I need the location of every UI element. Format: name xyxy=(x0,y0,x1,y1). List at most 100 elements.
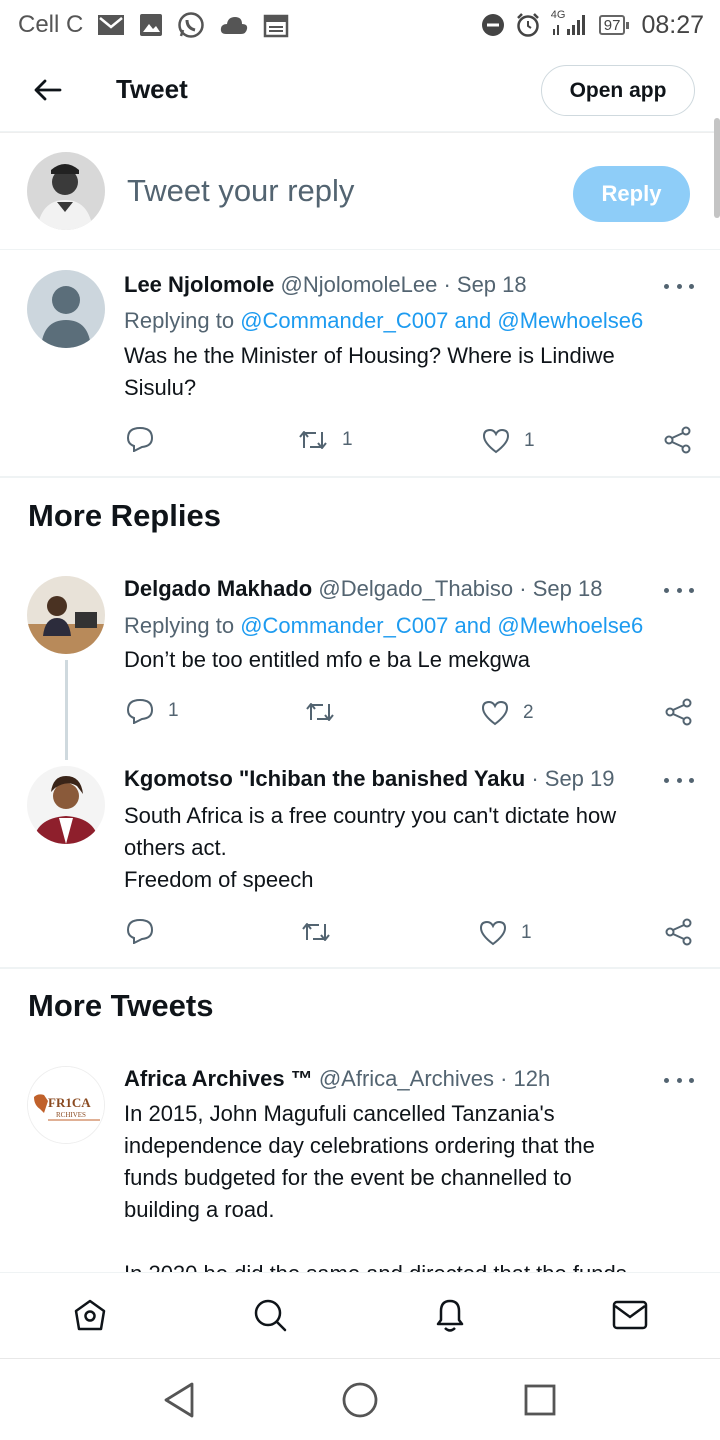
retweet-action[interactable] xyxy=(305,700,349,724)
share-icon xyxy=(665,698,692,726)
battery-indicator: 97 xyxy=(598,15,630,35)
comment-icon xyxy=(126,426,154,452)
replying-to: Replying to @Commander_C007 and @Mewhoel… xyxy=(124,613,643,639)
nav-notifications[interactable] xyxy=(430,1295,470,1335)
tweet-text: In 2015, John Magufuli cancelled Tanzani… xyxy=(124,1101,595,1222)
author-name[interactable]: Lee Njolomole xyxy=(124,272,274,297)
replying-to-label: Replying to xyxy=(124,613,235,638)
retweet-action[interactable] xyxy=(301,920,345,944)
mention-link[interactable]: @Mewhoelse6 xyxy=(497,613,643,638)
open-app-button[interactable]: Open app xyxy=(541,65,695,116)
like-action[interactable]: 1 xyxy=(482,428,535,454)
reply-action[interactable]: 1 xyxy=(126,698,179,724)
more-options-icon[interactable] xyxy=(664,1074,694,1086)
avatar-logo-top: FR1CA xyxy=(48,1095,91,1110)
retweet-action[interactable]: 1 xyxy=(298,428,353,452)
calendar-icon xyxy=(263,12,289,38)
author-name[interactable]: Africa Archives ™ xyxy=(124,1066,313,1091)
nav-home[interactable] xyxy=(70,1295,110,1335)
dnd-icon xyxy=(481,13,505,37)
like-action[interactable]: 2 xyxy=(481,700,534,726)
whatsapp-icon xyxy=(177,11,205,39)
system-navigation-bar xyxy=(0,1358,720,1440)
avatar[interactable] xyxy=(27,152,105,230)
alarm-icon xyxy=(515,12,541,38)
reply-composer: Tweet your reply Reply xyxy=(0,133,720,250)
like-action[interactable]: 1 xyxy=(479,920,532,946)
author-name[interactable]: Kgomotso "Ichiban the banished Yaku xyxy=(124,766,525,791)
replying-joiner: and xyxy=(454,308,492,333)
cloud-icon xyxy=(219,15,249,35)
mail-icon xyxy=(97,14,125,36)
battery-level: 97 xyxy=(603,16,621,34)
tweet-header: Africa Archives ™ @Africa_Archives · 12h xyxy=(124,1066,550,1092)
system-home-button[interactable] xyxy=(339,1379,381,1421)
envelope-icon xyxy=(612,1300,648,1330)
network-type-label: 4G xyxy=(550,9,566,21)
triangle-back-icon xyxy=(164,1382,194,1418)
heart-icon xyxy=(479,920,507,946)
signal-icon: 4G xyxy=(551,9,589,37)
mention-link[interactable]: @Mewhoelse6 xyxy=(497,308,643,333)
author-handle[interactable]: @NjolomoleLee · Sep 18 xyxy=(280,272,526,297)
tweet[interactable]: Kgomotso "Ichiban the banished Yaku · Se… xyxy=(0,756,720,968)
author-name[interactable]: Delgado Makhado xyxy=(124,576,312,601)
avatar[interactable] xyxy=(27,270,105,348)
author-handle[interactable]: · Sep 19 xyxy=(531,766,614,791)
bell-icon xyxy=(436,1299,464,1332)
reply-count: 1 xyxy=(168,700,179,721)
system-recents-button[interactable] xyxy=(519,1379,561,1421)
more-options-icon[interactable] xyxy=(664,280,694,292)
share-action[interactable] xyxy=(665,698,693,726)
share-action[interactable] xyxy=(664,426,692,454)
tweet[interactable]: FR1CA RCHIVES Africa Archives ™ @Africa_A… xyxy=(0,1046,720,1272)
tweet-header: Kgomotso "Ichiban the banished Yaku · Se… xyxy=(124,766,664,792)
comment-icon xyxy=(126,698,154,724)
avatar[interactable] xyxy=(27,576,105,654)
reply-action[interactable] xyxy=(126,918,168,944)
retweet-icon xyxy=(306,703,334,721)
heart-icon xyxy=(482,428,510,454)
replying-joiner: and xyxy=(454,613,492,638)
page-title: Tweet xyxy=(116,74,188,104)
reply-action[interactable] xyxy=(126,426,168,452)
tweet-text-truncated: In 2020 he did the same and directed tha… xyxy=(124,1258,684,1272)
mention-link[interactable]: @Commander_C007 xyxy=(240,308,448,333)
divider xyxy=(0,967,720,969)
author-handle[interactable]: @Delgado_Thabiso · Sep 18 xyxy=(318,576,602,601)
tweet[interactable]: Lee Njolomole @NjolomoleLee · Sep 18 Rep… xyxy=(0,250,720,476)
reply-input[interactable]: Tweet your reply xyxy=(127,173,354,209)
nav-messages[interactable] xyxy=(610,1295,650,1335)
gallery-icon xyxy=(139,13,163,37)
back-button[interactable] xyxy=(30,74,66,106)
more-options-icon[interactable] xyxy=(664,584,694,596)
tweet-text: Don’t be too entitled mfo e ba Le mekgwa xyxy=(124,647,531,672)
more-replies-heading: More Replies xyxy=(28,498,221,533)
more-tweets-heading: More Tweets xyxy=(28,988,214,1023)
search-icon xyxy=(254,1299,287,1332)
status-bar: Cell C 4G 97 08:27 xyxy=(0,0,720,50)
tweet-text: South Africa is a free country you can't… xyxy=(124,803,617,892)
tweet[interactable]: Delgado Makhado @Delgado_Thabiso · Sep 1… xyxy=(0,556,720,756)
nav-search[interactable] xyxy=(250,1295,290,1335)
like-count: 1 xyxy=(521,922,532,943)
like-count: 1 xyxy=(524,430,535,451)
share-icon xyxy=(665,918,692,946)
circle-home-icon xyxy=(342,1382,378,1418)
share-action[interactable] xyxy=(665,918,693,946)
avatar[interactable] xyxy=(27,766,105,844)
more-options-icon[interactable] xyxy=(664,774,694,786)
retweet-icon xyxy=(299,431,327,449)
reply-button[interactable]: Reply xyxy=(573,166,690,222)
divider xyxy=(0,476,720,478)
comment-icon xyxy=(126,918,154,944)
author-handle[interactable]: @Africa_Archives · 12h xyxy=(319,1066,550,1091)
home-icon xyxy=(74,1299,106,1331)
mention-link[interactable]: @Commander_C007 xyxy=(240,613,448,638)
replying-to-label: Replying to xyxy=(124,308,235,333)
retweet-icon xyxy=(302,923,330,941)
bottom-navigation xyxy=(0,1272,720,1358)
system-back-button[interactable] xyxy=(158,1379,200,1421)
heart-icon xyxy=(481,700,509,726)
avatar[interactable]: FR1CA RCHIVES xyxy=(27,1066,105,1144)
